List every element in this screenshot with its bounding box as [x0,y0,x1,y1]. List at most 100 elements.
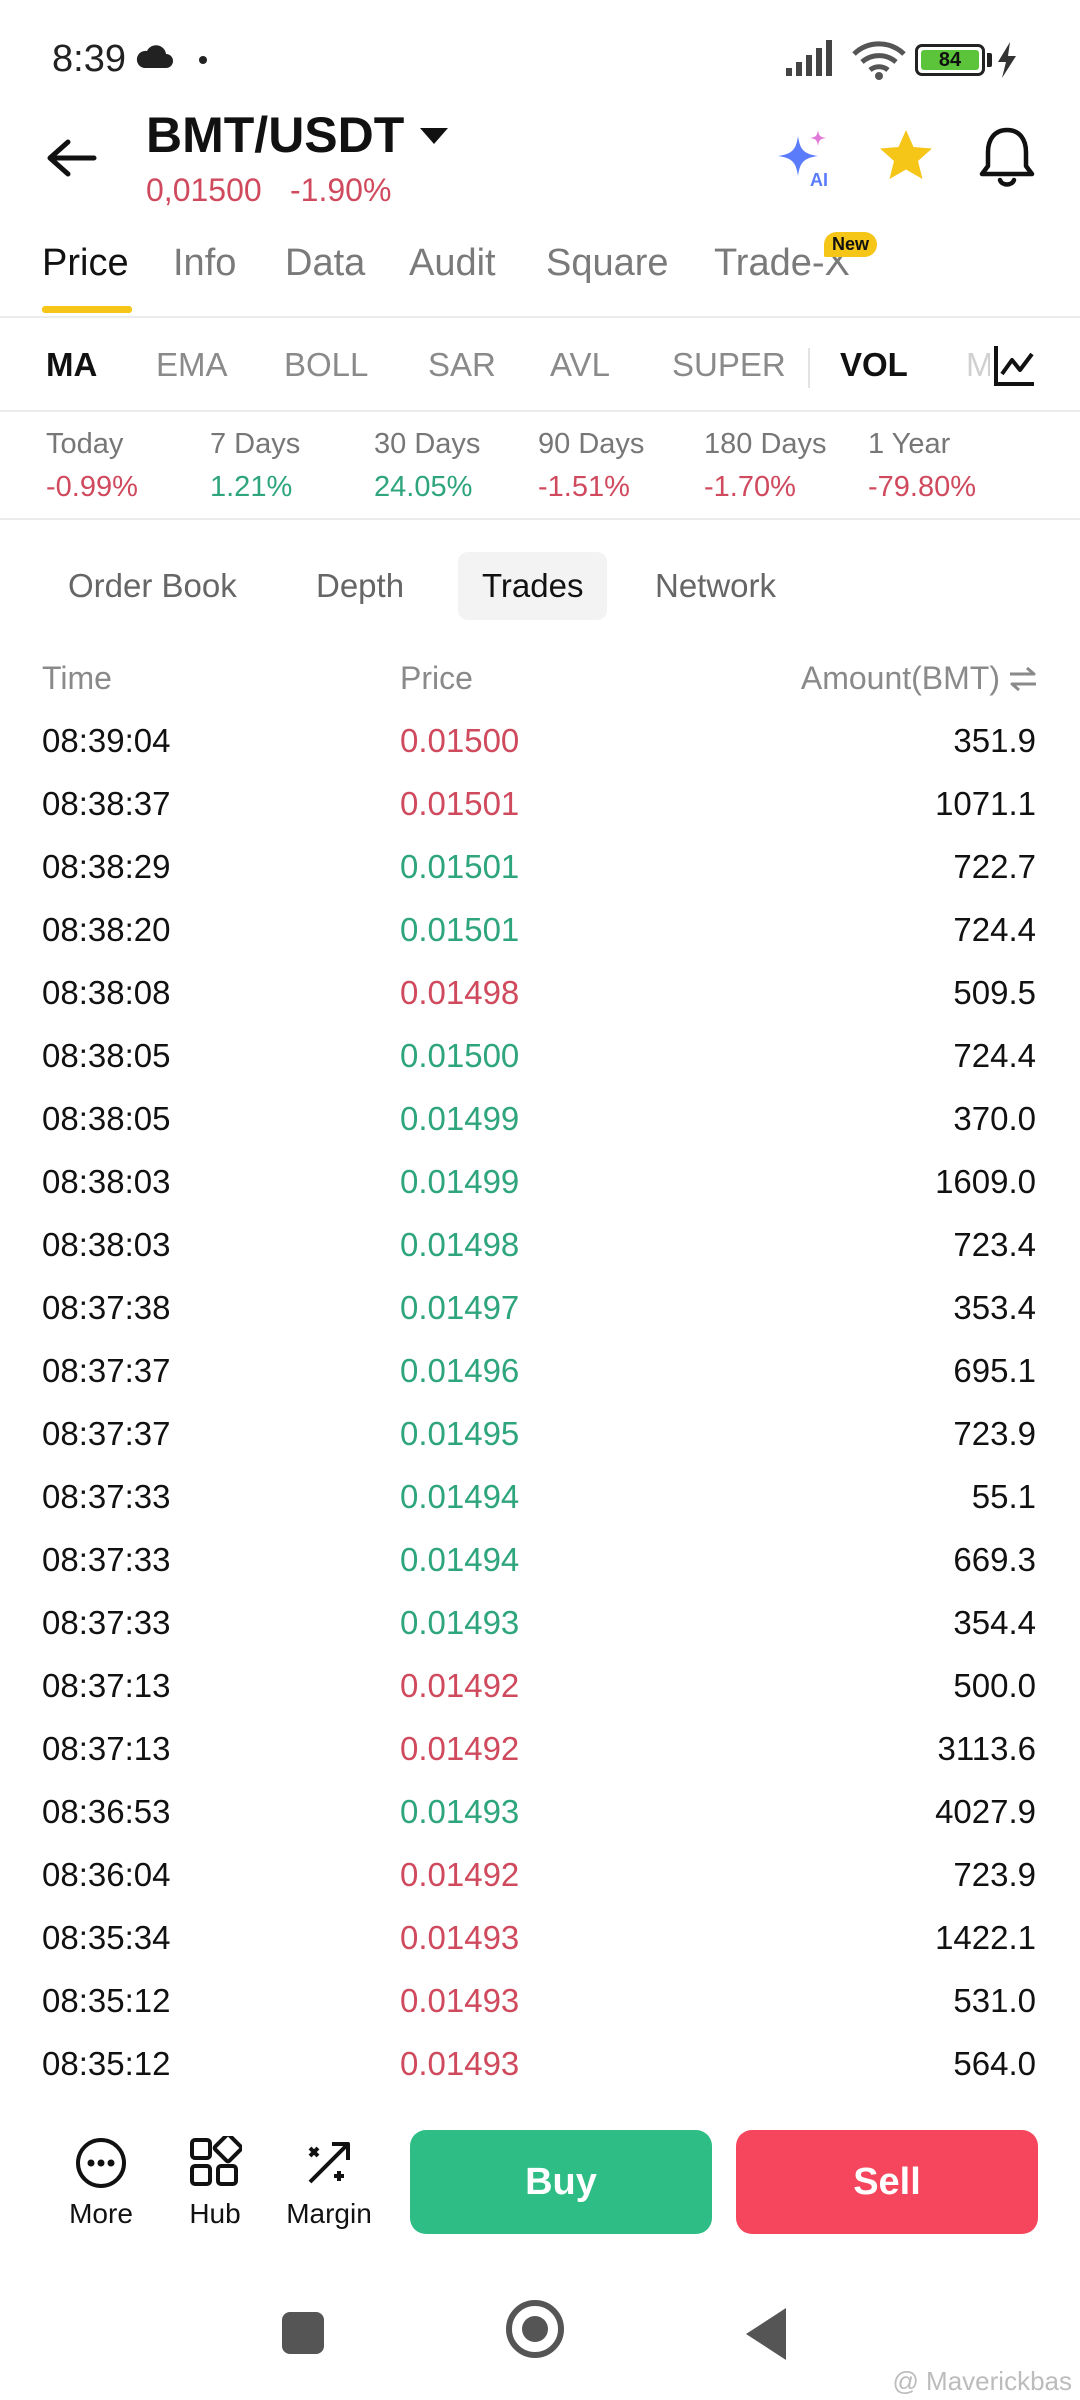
header-amount-label: Amount(BMT) [800,660,1000,696]
indicator-boll[interactable]: BOLL [284,346,368,384]
trade-price: 0.01500 [400,722,520,759]
tab-price[interactable]: Price [42,242,129,285]
table-row: 08:38:03 0.01499 1609.0 [0,1149,1080,1212]
sub-tabs: Order Book Depth Trades Network [0,552,1080,622]
home-icon-inner [522,2316,548,2342]
sell-button[interactable]: Sell [736,2130,1038,2234]
pair-price: 0,01500 [146,172,262,208]
trade-amount: 724.4 [953,911,1036,948]
trade-price: 0.01492 [400,1856,520,1893]
trade-amount: 509.5 [953,974,1036,1011]
hub-icon [190,2136,242,2186]
header-amount[interactable]: Amount(BMT) [801,660,1038,697]
table-row: 08:37:33 0.01494 55.1 [0,1464,1080,1527]
tab-square[interactable]: Square [546,242,669,285]
trade-price: 0.01500 [400,1037,520,1074]
trade-price: 0.01493 [400,1793,520,1830]
trade-amount: 724.4 [953,1037,1036,1074]
subtab-network[interactable]: Network [631,552,800,620]
trade-time: 08:38:03 [42,1226,171,1263]
home-icon[interactable] [506,2300,564,2358]
trade-price: 0.01499 [400,1100,520,1137]
table-row: 08:37:33 0.01493 354.4 [0,1590,1080,1653]
trade-time: 08:37:33 [42,1604,171,1641]
trade-price: 0.01493 [400,1982,520,2019]
star-icon[interactable] [876,126,936,186]
margin-button[interactable]: Margin [274,2136,384,2230]
pair-change: -1.90% [290,172,392,208]
table-row: 08:37:13 0.01492 500.0 [0,1653,1080,1716]
table-row: 08:35:12 0.01493 564.0 [0,2031,1080,2094]
nav-back-icon[interactable] [746,2308,786,2360]
subtab-order-book[interactable]: Order Book [44,552,261,620]
swap-icon[interactable] [1008,666,1038,692]
cloud-icon [136,45,173,68]
caret-down-icon[interactable] [420,128,448,144]
top-tabs: Price Info Data Audit Square Trade-X New [0,232,1080,318]
table-row: 08:38:37 0.01501 1071.1 [0,771,1080,834]
indicator-ema[interactable]: EMA [156,346,228,384]
trade-amount: 3113.6 [937,1730,1036,1767]
trade-time: 08:36:04 [42,1856,171,1893]
perf-label: 90 Days [538,428,645,460]
trade-price: 0.01499 [400,1163,520,1200]
trade-amount: 1422.1 [935,1919,1036,1956]
trade-time: 08:36:53 [42,1793,171,1830]
tab-data[interactable]: Data [285,242,365,285]
perf-label: 1 Year [868,428,951,460]
indicator-sar[interactable]: SAR [428,346,496,384]
notification-dot-icon [199,56,207,64]
trade-price: 0.01501 [400,848,520,885]
back-button[interactable] [40,126,104,190]
back-arrow-icon [47,139,97,177]
margin-icon [308,2142,350,2184]
margin-label: Margin [286,2198,372,2229]
trade-amount: 4027.9 [935,1793,1036,1830]
trade-price: 0.01498 [400,1226,520,1263]
perf-label: 7 Days [210,428,301,460]
buy-button[interactable]: Buy [410,2130,712,2234]
ai-sparkle-icon[interactable]: AI [774,126,838,190]
trade-time: 08:38:29 [42,848,171,885]
trade-time: 08:38:05 [42,1037,171,1074]
indicator-vol[interactable]: VOL [840,346,908,384]
perf-30-days: 30 Days 24.05% [374,428,480,504]
perf-value: 1.21% [210,471,293,503]
hub-label: Hub [189,2198,241,2229]
trade-amount: 723.4 [953,1226,1036,1263]
performance-row: Today -0.99% 7 Days 1.21% 30 Days 24.05%… [0,414,1080,518]
indicator-super[interactable]: SUPER [672,346,786,384]
table-row: 08:38:05 0.01500 724.4 [0,1023,1080,1086]
trade-time: 08:39:04 [42,722,171,759]
chart-settings-icon[interactable] [990,342,1038,390]
subtab-depth[interactable]: Depth [292,552,428,620]
table-row: 08:37:33 0.01494 669.3 [0,1527,1080,1590]
trade-amount: 669.3 [953,1541,1036,1578]
trade-amount: 500.0 [953,1667,1036,1704]
pair-title[interactable]: BMT/USDT [146,106,404,164]
perf-value: -0.99% [46,471,138,503]
trade-time: 08:38:03 [42,1163,171,1200]
bell-icon[interactable] [976,124,1038,190]
divider [0,316,1080,318]
battery-cap [987,53,992,67]
indicator-avl[interactable]: AVL [550,346,610,384]
trade-amount: 370.0 [953,1100,1036,1137]
trade-price: 0.01494 [400,1541,520,1578]
recents-icon[interactable] [282,2312,324,2354]
table-row: 08:37:13 0.01492 3113.6 [0,1716,1080,1779]
more-button[interactable]: More [46,2136,156,2230]
table-row: 08:37:37 0.01495 723.9 [0,1401,1080,1464]
table-row: 08:36:04 0.01492 723.9 [0,1842,1080,1905]
trade-amount: 723.9 [953,1856,1036,1893]
trades-list: 08:39:04 0.01500 351.9 08:38:37 0.01501 1071.… [0,708,1080,2094]
trades-table-header: Time Price Amount(BMT) [0,656,1080,706]
trade-time: 08:37:37 [42,1415,171,1452]
indicator-ma[interactable]: MA [46,346,97,384]
tab-audit[interactable]: Audit [409,242,496,285]
trade-amount: 55.1 [971,1478,1036,1515]
subtab-trades[interactable]: Trades [458,552,608,620]
hub-button[interactable]: Hub [160,2136,270,2230]
tab-info[interactable]: Info [173,242,236,285]
indicator-separator [808,348,810,388]
